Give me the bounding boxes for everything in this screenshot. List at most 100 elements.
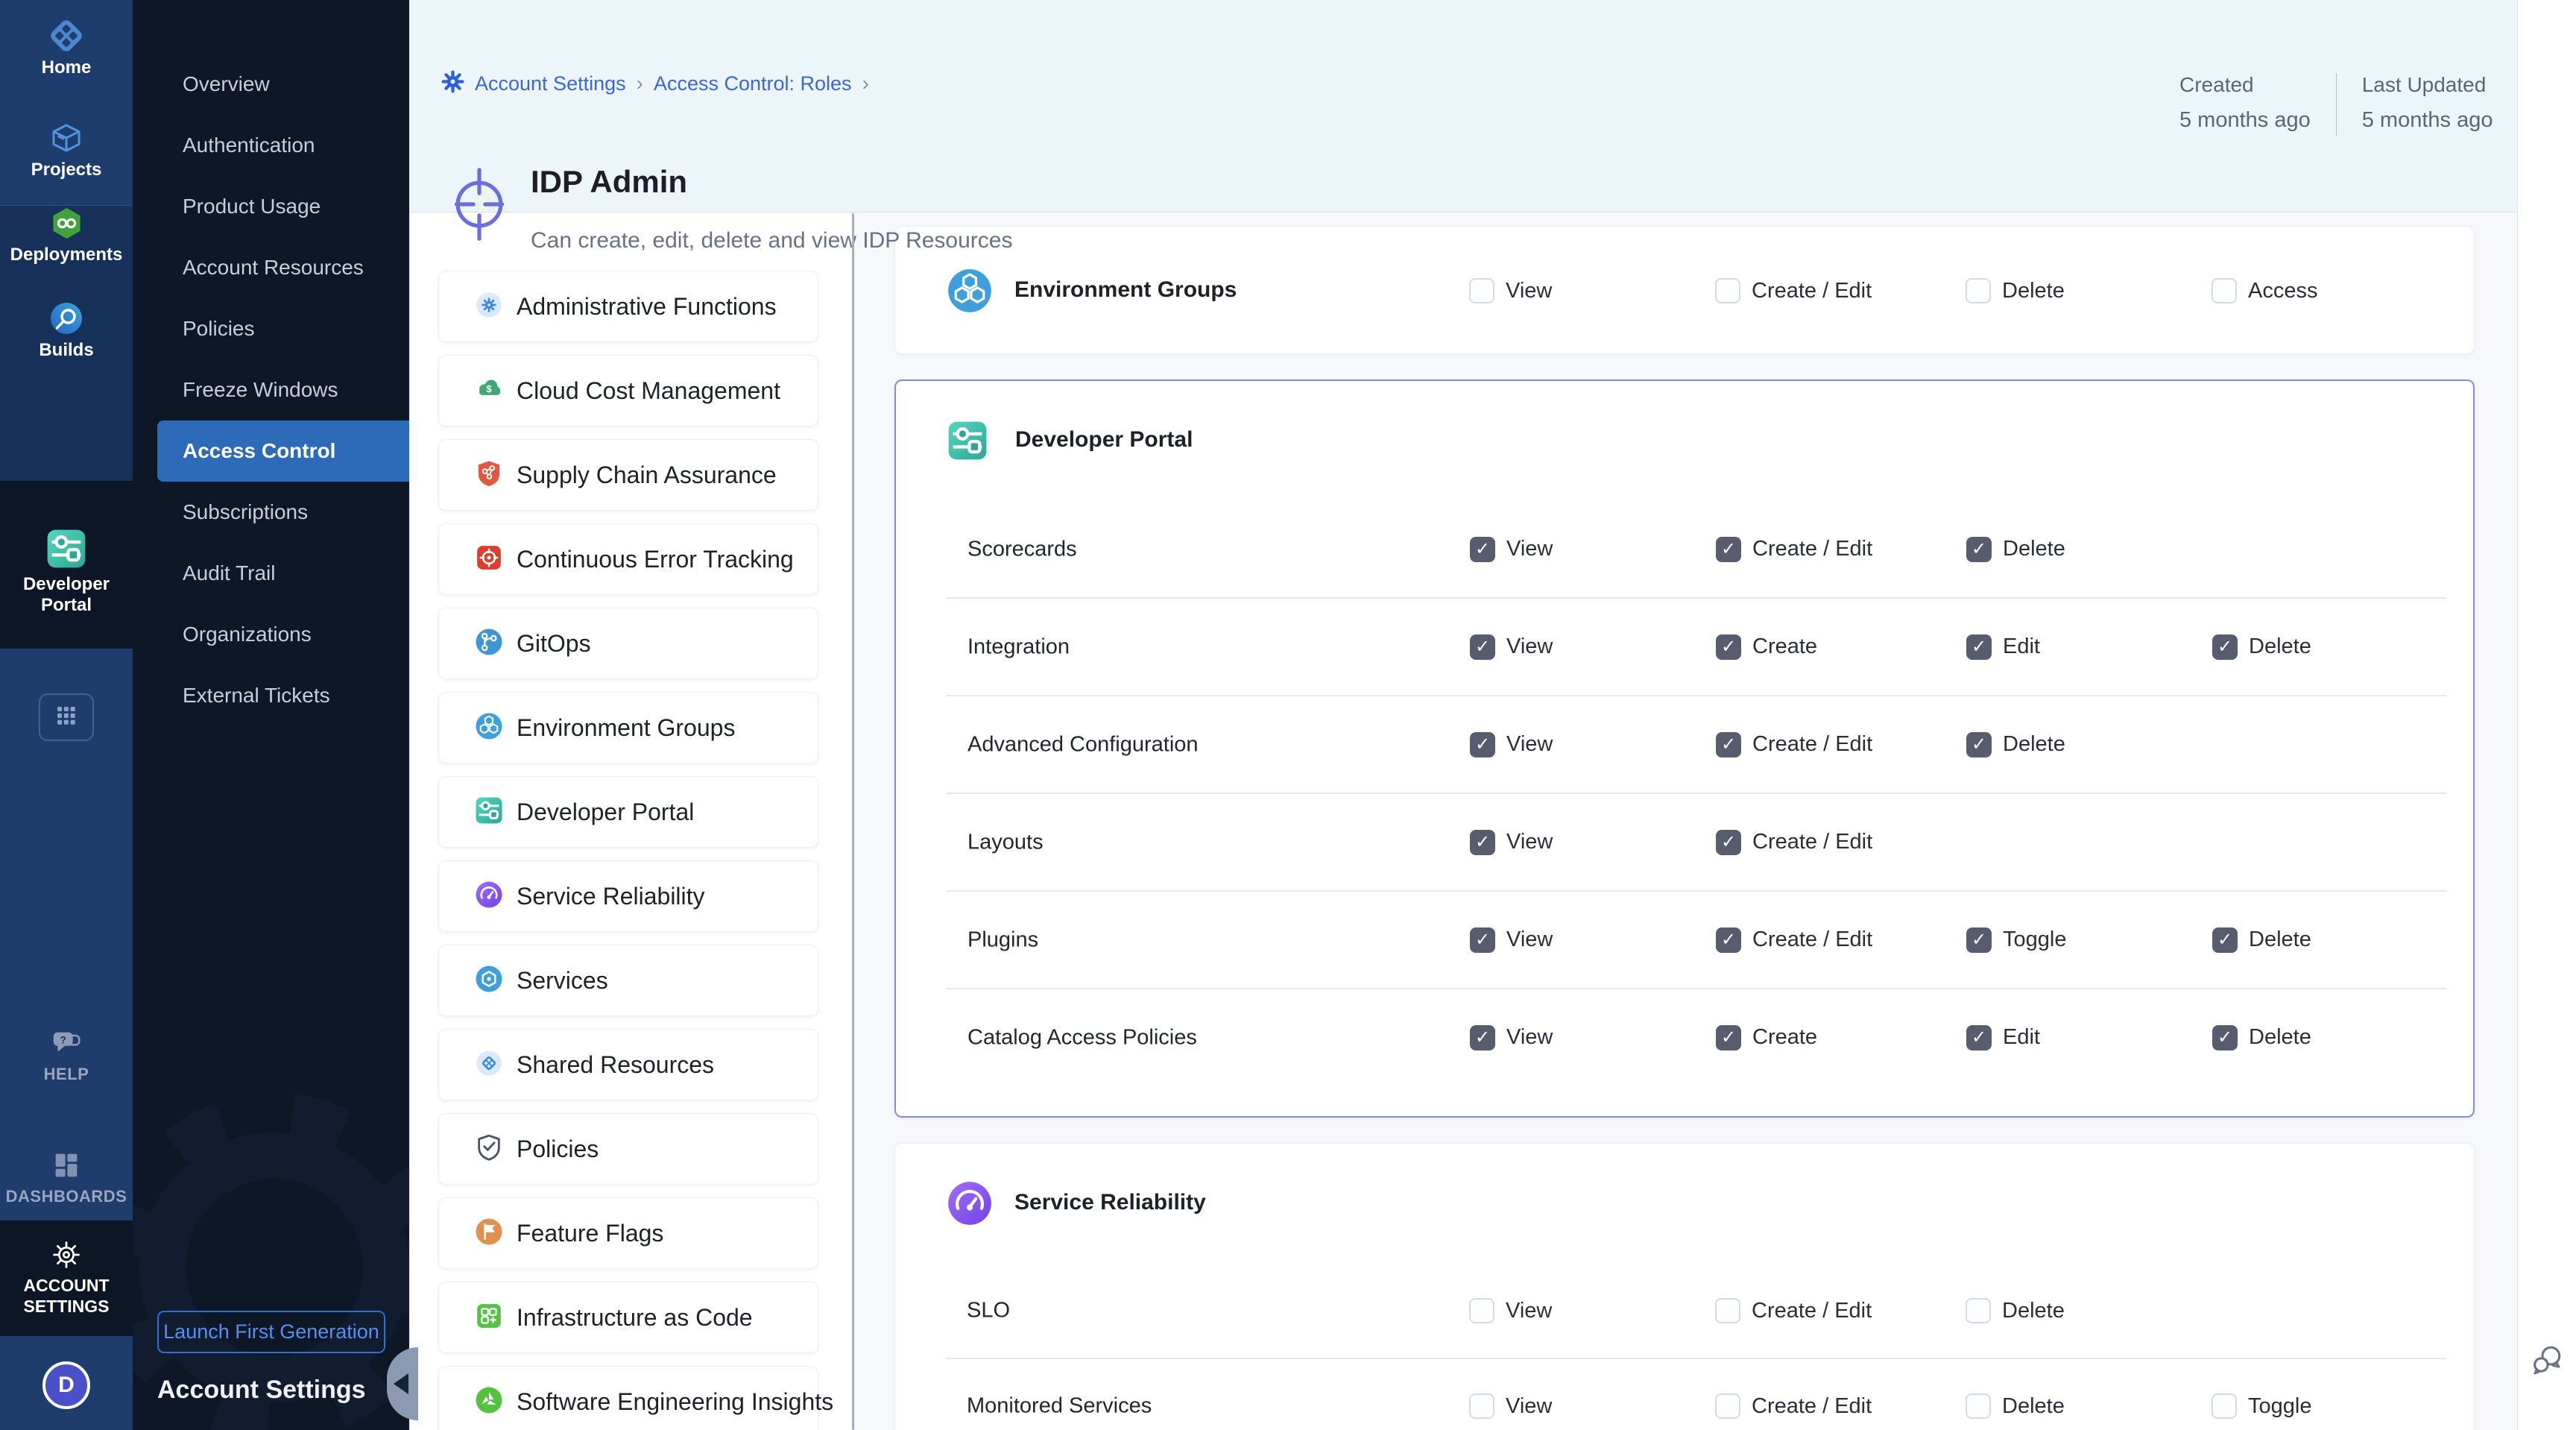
- permission-group-view: ✓View: [1470, 1025, 1553, 1051]
- sidebar-item-access-control[interactable]: Access Control: [157, 421, 409, 482]
- checkbox-developer-portal-integration-create[interactable]: ✓: [1716, 634, 1741, 660]
- checkbox-label: Create / Edit: [1752, 830, 1872, 854]
- checkbox-service-reliability-monitored-services-toggle[interactable]: [2212, 1393, 2237, 1419]
- rail-item-dashboards[interactable]: DASHBOARDS: [0, 1148, 133, 1207]
- checkbox-developer-portal-layouts-create-edit[interactable]: ✓: [1716, 830, 1741, 855]
- rail-item-projects[interactable]: Projects: [0, 120, 133, 180]
- permission-group-toggle: Toggle: [2212, 1393, 2311, 1419]
- account-settings-sidebar: OverviewAuthenticationProduct UsageAccou…: [133, 0, 409, 1430]
- right-margin: [2517, 0, 2576, 1430]
- resource-label: Infrastructure as Code: [517, 1304, 753, 1332]
- checkbox-developer-portal-advanced-configuration-delete[interactable]: ✓: [1966, 732, 1992, 757]
- checkbox-developer-portal-advanced-configuration-create-edit[interactable]: ✓: [1716, 732, 1741, 757]
- developer-portal-icon: [474, 796, 504, 829]
- checkbox-service-reliability-slo-view[interactable]: [1469, 1298, 1494, 1323]
- checkbox-label: View: [1506, 1394, 1552, 1419]
- sidebar-item-product-usage[interactable]: Product Usage: [133, 176, 409, 237]
- sidebar-item-account-resources[interactable]: Account Resources: [133, 237, 409, 298]
- breadcrumb-separator: ›: [637, 72, 643, 95]
- sidebar-item-external-tickets[interactable]: External Tickets: [133, 665, 409, 726]
- checkbox-environment-groups-header-access[interactable]: [2212, 278, 2237, 303]
- checkbox-service-reliability-monitored-services-view[interactable]: [1469, 1393, 1494, 1419]
- rail-item-developer-portal[interactable]: Developer Portal: [0, 527, 133, 616]
- rail-item-builds[interactable]: Builds: [0, 300, 133, 361]
- breadcrumb-separator: ›: [862, 72, 869, 95]
- checkbox-developer-portal-plugins-toggle[interactable]: ✓: [1966, 927, 1992, 953]
- resource-card-gitops[interactable]: GitOps: [438, 608, 818, 679]
- permission-group-create-edit: ✓ Create / Edit: [1716, 830, 1872, 855]
- resource-card-administrative-functions[interactable]: Administrative Functions: [438, 271, 818, 342]
- checkbox-label: View: [1506, 830, 1553, 854]
- support-chat-icon[interactable]: [2528, 1341, 2567, 1383]
- checkbox-developer-portal-layouts-view[interactable]: ✓: [1470, 830, 1495, 855]
- launch-button-label: Launch First Generation: [163, 1320, 379, 1344]
- checkbox-developer-portal-integration-edit[interactable]: ✓: [1966, 634, 1992, 660]
- checkbox-developer-portal-plugins-delete[interactable]: ✓: [2212, 927, 2238, 953]
- rail-item-home[interactable]: Home: [0, 18, 133, 78]
- resource-card-continuous-error-tracking[interactable]: Continuous Error Tracking: [438, 523, 818, 595]
- gitops-icon: [474, 627, 504, 661]
- module-switcher-button[interactable]: [39, 693, 94, 741]
- breadcrumb-link-access-control-roles[interactable]: Access Control: Roles: [654, 72, 852, 95]
- avatar-letter: D: [58, 1373, 75, 1398]
- page-subtitle: Can create, edit, delete and view IDP Re…: [531, 228, 1012, 253]
- checkbox-service-reliability-slo-create-edit[interactable]: [1715, 1298, 1740, 1323]
- user-avatar[interactable]: D: [42, 1361, 90, 1409]
- rail-item-account-settings[interactable]: ACCOUNT SETTINGS: [0, 1238, 133, 1317]
- checkbox-developer-portal-plugins-view[interactable]: ✓: [1470, 927, 1495, 953]
- checkbox-environment-groups-header-create-edit[interactable]: [1715, 278, 1740, 303]
- checkbox-developer-portal-scorecards-delete[interactable]: ✓: [1966, 537, 1992, 562]
- resource-label: Policies: [517, 1136, 599, 1163]
- checkbox-label: Delete: [2003, 732, 2065, 757]
- checkbox-label: Create: [1752, 1025, 1817, 1050]
- resource-card-supply-chain-assurance[interactable]: Supply Chain Assurance: [438, 439, 818, 511]
- resource-card-policies[interactable]: Policies: [438, 1113, 818, 1185]
- resource-card-service-reliability[interactable]: Service Reliability: [438, 860, 818, 932]
- launch-first-generation-button[interactable]: Launch First Generation: [157, 1311, 385, 1353]
- scrollbar[interactable]: [852, 213, 854, 1430]
- resource-card-environment-groups[interactable]: Environment Groups: [438, 692, 818, 763]
- sidebar-item-freeze-windows[interactable]: Freeze Windows: [133, 359, 409, 421]
- checkbox-developer-portal-plugins-create-edit[interactable]: ✓: [1716, 927, 1741, 953]
- resource-card-developer-portal[interactable]: Developer Portal: [438, 776, 818, 848]
- checkbox-developer-portal-catalog-access-policies-create[interactable]: ✓: [1716, 1025, 1741, 1051]
- checkbox-service-reliability-monitored-services-delete[interactable]: [1966, 1393, 1991, 1419]
- checkbox-label: Create / Edit: [1752, 1394, 1872, 1419]
- permission-group-create-edit: Create / Edit: [1715, 278, 1872, 303]
- sidebar-item-organizations[interactable]: Organizations: [133, 604, 409, 665]
- checkbox-developer-portal-catalog-access-policies-edit[interactable]: ✓: [1966, 1025, 1992, 1051]
- resource-card-software-engineering-insights[interactable]: Software Engineering Insights: [438, 1366, 818, 1430]
- resource-card-shared-resources[interactable]: Shared Resources: [438, 1029, 818, 1100]
- checkbox-developer-portal-scorecards-create-edit[interactable]: ✓: [1716, 537, 1741, 562]
- policies-icon: [474, 1133, 504, 1166]
- checkbox-service-reliability-slo-delete[interactable]: [1966, 1298, 1991, 1323]
- permission-row-monitored-services: Monitored ServicesViewCreate / EditDelet…: [895, 1358, 2474, 1430]
- checkbox-environment-groups-header-delete[interactable]: [1966, 278, 1991, 303]
- checkbox-label: Create / Edit: [1752, 1299, 1872, 1323]
- rail-item-label: Builds: [0, 340, 133, 361]
- resource-card-services[interactable]: Services: [438, 945, 818, 1016]
- sidebar-item-subscriptions[interactable]: Subscriptions: [133, 482, 409, 543]
- resource-label: Service Reliability: [517, 883, 705, 910]
- checkbox-environment-groups-header-view[interactable]: [1469, 278, 1494, 303]
- resource-card-infrastructure-as-code[interactable]: Infrastructure as Code: [438, 1282, 818, 1353]
- checkbox-developer-portal-catalog-access-policies-delete[interactable]: ✓: [2212, 1025, 2238, 1051]
- svg-text:$: $: [486, 382, 492, 394]
- permission-row-label: Advanced Configuration: [967, 732, 1199, 757]
- resource-card-cloud-cost-management[interactable]: $Cloud Cost Management: [438, 355, 818, 426]
- checkbox-developer-portal-integration-view[interactable]: ✓: [1470, 634, 1495, 660]
- checkbox-developer-portal-catalog-access-policies-view[interactable]: ✓: [1470, 1025, 1495, 1051]
- resource-card-feature-flags[interactable]: Feature Flags: [438, 1197, 818, 1269]
- rail-item-help[interactable]: ? HELP: [0, 1026, 133, 1085]
- sidebar-item-overview[interactable]: Overview: [133, 54, 409, 115]
- checkbox-service-reliability-monitored-services-create-edit[interactable]: [1715, 1393, 1740, 1419]
- checkbox-developer-portal-integration-delete[interactable]: ✓: [2212, 634, 2238, 660]
- checkbox-developer-portal-scorecards-view[interactable]: ✓: [1470, 537, 1495, 562]
- rail-item-deployments[interactable]: Deployments: [0, 206, 133, 265]
- breadcrumb-link-account-settings[interactable]: Account Settings: [475, 72, 626, 95]
- sidebar-item-authentication[interactable]: Authentication: [133, 115, 409, 176]
- sidebar-item-audit-trail[interactable]: Audit Trail: [133, 543, 409, 604]
- checkbox-developer-portal-advanced-configuration-view[interactable]: ✓: [1470, 732, 1495, 757]
- sidebar-item-policies[interactable]: Policies: [133, 298, 409, 359]
- permission-row-label: Plugins: [967, 927, 1038, 952]
